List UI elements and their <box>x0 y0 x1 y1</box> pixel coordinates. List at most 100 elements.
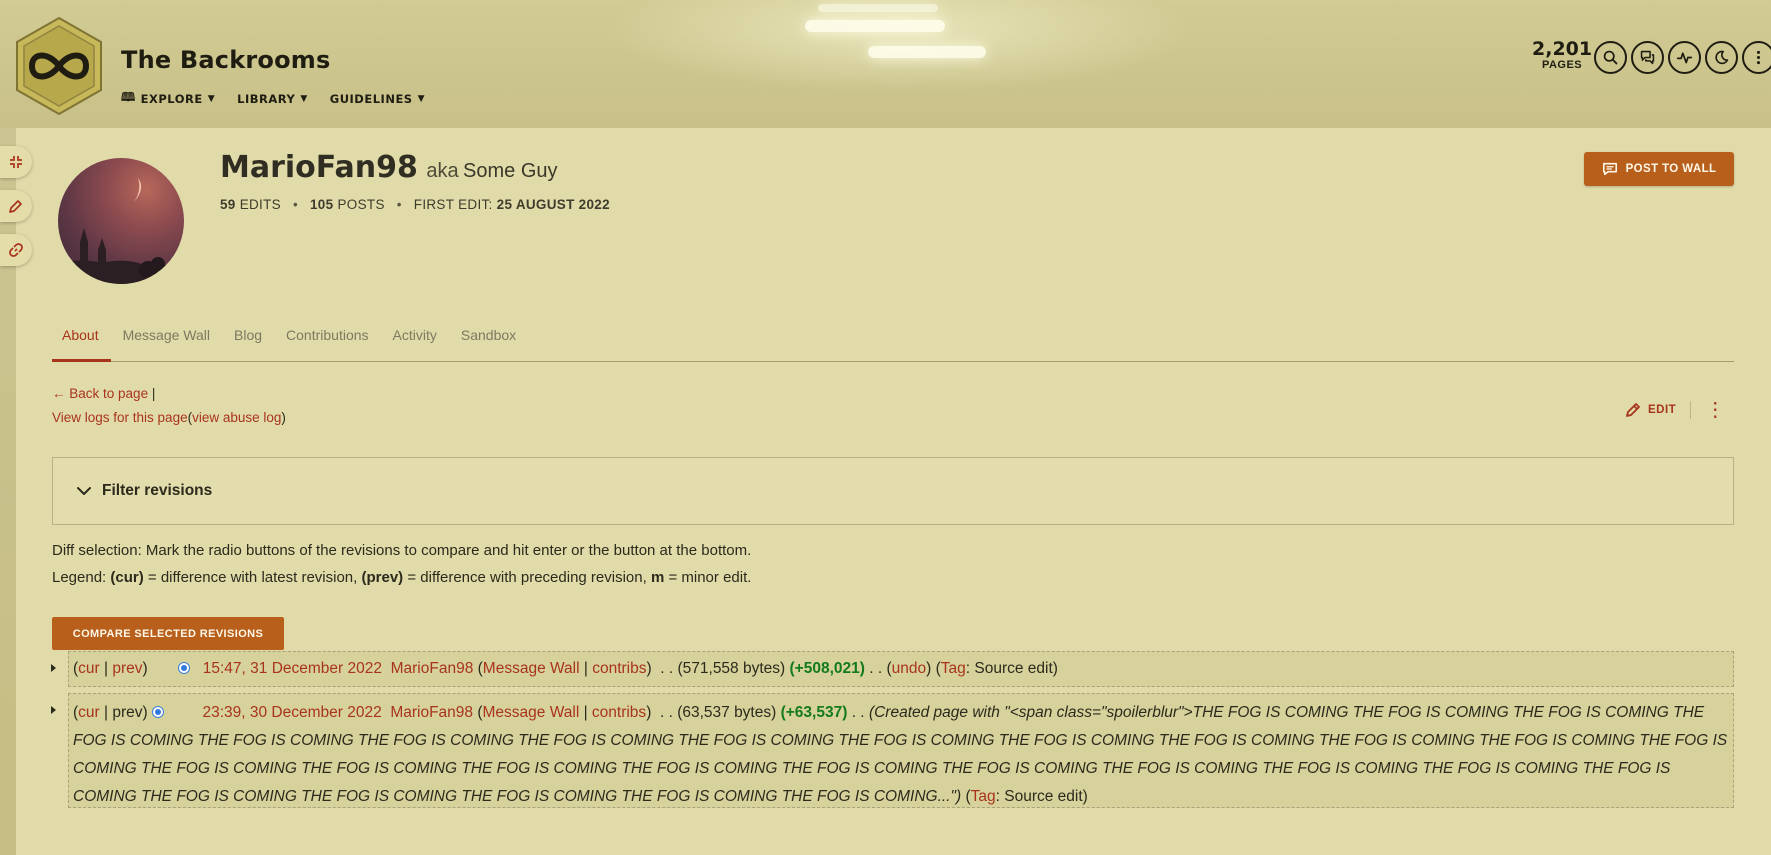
pencil-icon <box>9 200 22 213</box>
revision-timestamp-link[interactable]: 23:39, 30 December 2022 <box>202 704 381 721</box>
tab-activity[interactable]: Activity <box>381 320 449 362</box>
activity-button[interactable] <box>1668 41 1701 74</box>
revision-row: (cur | prev) 15:47, 31 December 2022 Mar… <box>68 651 1734 687</box>
activity-icon <box>1676 52 1693 64</box>
more-button[interactable] <box>1742 41 1771 74</box>
nav-label: GUIDELINES <box>329 91 413 106</box>
collapse-button[interactable] <box>0 146 32 178</box>
posts-stat[interactable]: 105 POSTS <box>310 197 385 212</box>
list-bullet <box>51 664 56 672</box>
edits-count: 59 <box>220 197 236 212</box>
tag-value: Source edit <box>1004 788 1083 805</box>
cur-link[interactable]: cur <box>78 660 100 677</box>
revision-size: (63,537 bytes) <box>677 704 777 721</box>
search-button[interactable] <box>1594 41 1627 74</box>
revision-size: (571,558 bytes) <box>677 660 786 677</box>
legend-prev-desc: = difference with preceding revision, <box>403 569 651 586</box>
page-actions: EDIT ⋮ <box>1624 400 1725 420</box>
user-header: MarioFan98 aka Some Guy 59 EDITS • 105 P… <box>220 150 610 212</box>
prev-link[interactable]: prev <box>112 660 142 677</box>
first-edit-label: FIRST EDIT: <box>413 197 493 212</box>
legend-minor: m <box>650 569 665 586</box>
edits-label: EDITS <box>239 197 281 212</box>
avatar[interactable] <box>58 158 184 284</box>
revision-row: (cur | prev) 23:39, 30 December 2022 Mar… <box>68 693 1734 808</box>
tag-link[interactable]: Tag <box>941 660 966 677</box>
post-to-wall-button[interactable]: POST TO WALL <box>1584 152 1734 186</box>
more-vertical-icon <box>1756 50 1761 65</box>
tab-sandbox[interactable]: Sandbox <box>449 320 528 362</box>
filter-title: Filter revisions <box>102 482 213 499</box>
legend-prev: (prev) <box>361 569 404 586</box>
infinity-logo-icon <box>16 16 102 116</box>
profile-tabs: About Message Wall Blog Contributions Ac… <box>52 320 1734 362</box>
legend-prefix: Legend: <box>52 569 111 586</box>
main-content: MarioFan98 aka Some Guy 59 EDITS • 105 P… <box>16 128 1771 855</box>
edit-tool-button[interactable] <box>0 190 32 222</box>
revision-radio[interactable] <box>151 706 164 718</box>
nav-explore[interactable]: 🕮 EXPLORE ▼ <box>121 88 215 109</box>
view-abuse-log-link[interactable]: view abuse log <box>192 410 281 425</box>
cur-link[interactable]: cur <box>78 704 100 721</box>
nav-label: LIBRARY <box>237 91 296 106</box>
tab-message-wall[interactable]: Message Wall <box>111 320 222 362</box>
page-count-number: 2,201 <box>1532 38 1593 60</box>
nav-label: EXPLORE <box>140 91 203 106</box>
compare-revisions-button[interactable]: COMPARE SELECTED REVISIONS <box>52 617 284 650</box>
tab-contributions[interactable]: Contributions <box>274 320 381 362</box>
nav-guidelines[interactable]: GUIDELINES ▼ <box>330 88 425 109</box>
book-icon: 🕮 <box>121 90 136 104</box>
edit-button[interactable]: EDIT <box>1624 401 1676 419</box>
revision-user-link[interactable]: MarioFan98 <box>391 660 474 677</box>
back-line: ← Back to page | <box>52 386 155 401</box>
aka-name: Some Guy <box>463 160 558 182</box>
collapse-icon <box>10 156 22 168</box>
undo-link[interactable]: undo <box>892 660 926 677</box>
theme-toggle-button[interactable] <box>1705 41 1738 74</box>
contribs-link[interactable]: contribs <box>592 704 646 721</box>
site-logo[interactable] <box>14 16 104 116</box>
message-wall-link[interactable]: Message Wall <box>483 704 580 721</box>
view-logs-link[interactable]: View logs for this page <box>52 410 188 425</box>
contribs-link[interactable]: contribs <box>592 660 646 677</box>
link-icon <box>9 243 23 257</box>
posts-label: POSTS <box>337 197 385 212</box>
page-tools <box>0 146 32 266</box>
prev-text: prev <box>112 704 143 721</box>
more-actions-icon[interactable]: ⋮ <box>1705 400 1725 420</box>
separator-dot: • <box>396 197 402 212</box>
site-title[interactable]: The Backrooms <box>121 46 330 74</box>
diff-selection-help: Diff selection: Mark the radio buttons o… <box>52 542 752 559</box>
revision-timestamp-link[interactable]: 15:47, 31 December 2022 <box>203 660 382 677</box>
caret-down-icon: ▼ <box>300 93 308 104</box>
legend-help: Legend: (cur) = difference with latest r… <box>52 569 751 586</box>
ceiling-light <box>868 46 986 58</box>
tag-link[interactable]: Tag <box>971 788 996 805</box>
paren-close: ) <box>281 410 286 425</box>
legend-cur-desc: = difference with latest revision, <box>143 569 362 586</box>
legend-cur: (cur) <box>110 569 144 586</box>
ceiling-light <box>818 4 938 12</box>
tab-about[interactable]: About <box>52 320 111 362</box>
filter-revisions-toggle[interactable]: Filter revisions <box>52 457 1734 525</box>
edits-stat[interactable]: 59 EDITS <box>220 197 281 212</box>
revision-radio[interactable] <box>177 662 190 674</box>
edit-label: EDIT <box>1648 404 1677 416</box>
posts-count: 105 <box>309 197 334 212</box>
tag-value: Source edit <box>974 660 1053 677</box>
list-bullet <box>51 706 56 714</box>
discussions-icon <box>1640 50 1655 65</box>
nav-library[interactable]: LIBRARY ▼ <box>237 88 308 109</box>
pencil-icon <box>1626 403 1640 417</box>
message-wall-link[interactable]: Message Wall <box>483 660 580 677</box>
logs-line: View logs for this page(view abuse log) <box>52 410 286 425</box>
link-tool-button[interactable] <box>0 234 32 266</box>
revision-user-link[interactable]: MarioFan98 <box>390 704 473 721</box>
site-header: The Backrooms 🕮 EXPLORE ▼ LIBRARY ▼ GUID… <box>0 0 1771 128</box>
back-to-page-link[interactable]: ← Back to page <box>52 386 148 401</box>
ceiling-light <box>805 20 945 32</box>
discussions-button[interactable] <box>1631 41 1664 74</box>
tab-blog[interactable]: Blog <box>222 320 274 362</box>
revision-diff-size: (+63,537) <box>780 704 848 721</box>
back-label: Back to page <box>69 386 149 401</box>
